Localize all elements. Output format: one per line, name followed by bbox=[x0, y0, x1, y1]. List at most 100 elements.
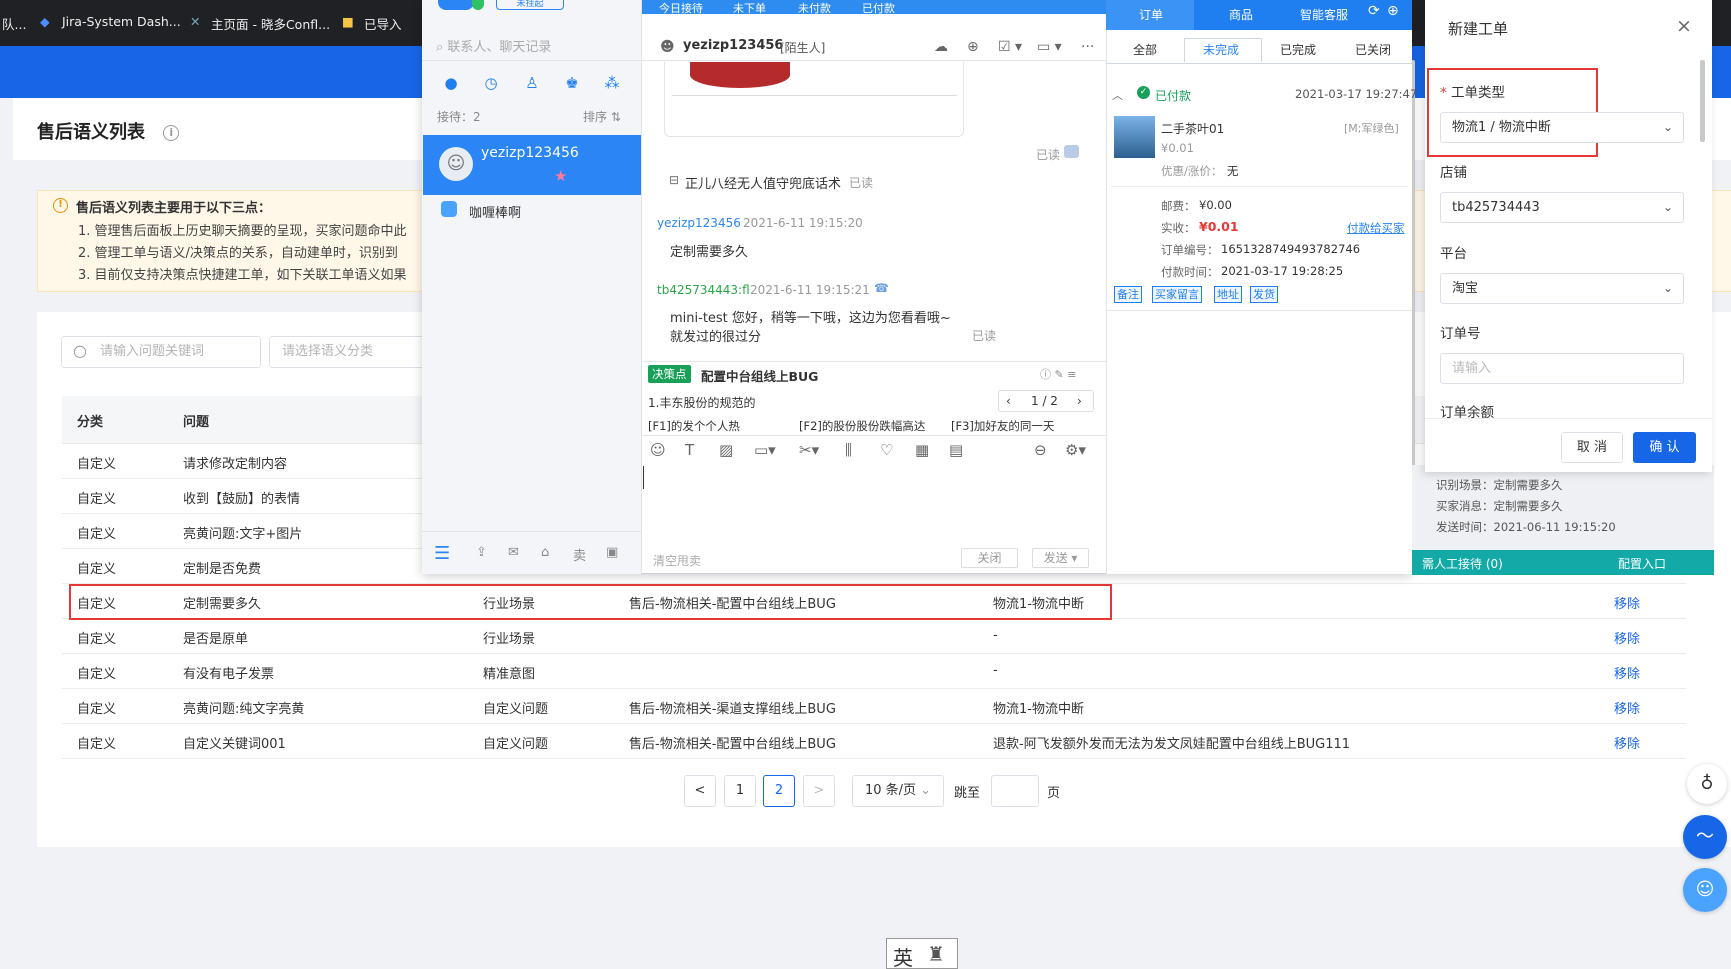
add-icon[interactable]: ⊕ bbox=[1387, 3, 1399, 19]
tag-ship[interactable]: 发货 bbox=[1250, 286, 1278, 303]
remove-link[interactable]: 移除 bbox=[1614, 698, 1640, 717]
summary-line: 买家消息：定制需要多久 bbox=[1436, 499, 1563, 513]
send-button[interactable]: 发送 ▾ bbox=[1032, 548, 1089, 568]
jump-label: 跳至 bbox=[954, 786, 981, 801]
sell-icon[interactable]: 卖 bbox=[573, 545, 586, 564]
collapse-icon[interactable]: ︿ bbox=[1112, 87, 1123, 103]
order-no-input[interactable]: 请输入 bbox=[1440, 353, 1684, 384]
chat-icon[interactable]: ☁ bbox=[934, 39, 948, 55]
clipboard-icon[interactable]: ▤ bbox=[949, 441, 963, 459]
refresh-icon[interactable]: ⟳ bbox=[1368, 3, 1380, 19]
scissors-icon[interactable]: ✂▾ bbox=[799, 441, 819, 459]
divider bbox=[672, 95, 957, 96]
bookmark-item[interactable]: 已导入 bbox=[364, 14, 402, 33]
heart-icon[interactable]: ♡ bbox=[880, 441, 893, 459]
column-header: 分类 bbox=[77, 415, 104, 430]
stat-tab[interactable]: 今日接待 bbox=[659, 0, 703, 16]
settings-icon[interactable]: ⚙▾ bbox=[1065, 441, 1086, 459]
contact-search[interactable]: ⌕ 联系人、聊天记录 bbox=[436, 36, 551, 55]
quick-reply[interactable]: [F1]的发个个人热 bbox=[648, 418, 740, 434]
chat-bubble-icon[interactable]: ● bbox=[442, 74, 460, 92]
decision-tools-icon[interactable]: ⓘ ✎ ≡ bbox=[1040, 366, 1076, 382]
pulse-icon[interactable]: 〜 bbox=[1683, 815, 1727, 859]
bookmark-item[interactable]: Jira-System Dash... bbox=[62, 14, 181, 29]
stat-tab[interactable]: 已付款 bbox=[862, 0, 895, 16]
image-icon[interactable]: ▨ bbox=[719, 441, 733, 459]
store-icon[interactable]: ⌂ bbox=[541, 545, 549, 560]
close-icon[interactable]: × bbox=[1676, 15, 1692, 37]
product-thumbnail[interactable] bbox=[1114, 116, 1155, 158]
close-chat-button[interactable]: 关闭 bbox=[961, 548, 1018, 568]
bookmark-item[interactable]: 主页面 - 晓多Confl... bbox=[211, 14, 330, 33]
menu-icon[interactable]: ☰ bbox=[434, 543, 450, 564]
transfer-icon[interactable]: ⊖ bbox=[1034, 441, 1047, 459]
scrollbar[interactable] bbox=[1700, 60, 1705, 142]
share-icon[interactable]: ⁂ bbox=[603, 74, 621, 92]
order-tab-unfinished[interactable]: 未完成 bbox=[1203, 41, 1239, 58]
page-1-button[interactable]: 1 bbox=[724, 775, 756, 807]
remove-link[interactable]: 移除 bbox=[1614, 663, 1640, 682]
tag-note[interactable]: 备注 bbox=[1114, 286, 1142, 303]
folder-icon[interactable]: ▭▾ bbox=[754, 441, 776, 459]
prev-page-button[interactable]: < bbox=[684, 775, 716, 807]
remove-link[interactable]: 移除 bbox=[1614, 733, 1640, 752]
category-select[interactable]: 请选择语义分类 bbox=[269, 336, 429, 368]
jump-input[interactable] bbox=[991, 775, 1039, 807]
bookmark-item[interactable]: 队... bbox=[2, 14, 26, 33]
video-icon[interactable]: ▭ ▾ bbox=[1037, 39, 1062, 55]
ticket-icon[interactable]: ☑ ▾ bbox=[998, 39, 1022, 55]
clock-icon[interactable]: ◷ bbox=[482, 74, 500, 92]
tag-buyer-message[interactable]: 买家留言 bbox=[1152, 286, 1202, 303]
stat-tab[interactable]: 未付款 bbox=[798, 0, 831, 16]
tab-order[interactable]: 订单 bbox=[1139, 6, 1163, 23]
tag-address[interactable]: 地址 bbox=[1214, 286, 1242, 303]
config-entry[interactable]: 配置入口 bbox=[1618, 555, 1666, 572]
mail-icon[interactable]: ✉ bbox=[508, 545, 519, 560]
sort-button[interactable]: 排序 ⇅ bbox=[583, 108, 621, 125]
transfer-icon[interactable]: ⊕ bbox=[967, 39, 979, 55]
info-icon[interactable]: i bbox=[163, 125, 180, 141]
columns-icon[interactable]: ⫼ bbox=[845, 441, 852, 459]
cancel-button[interactable]: 取 消 bbox=[1561, 432, 1623, 463]
ime-indicator[interactable]: 英 ♜ bbox=[886, 938, 958, 969]
clear-label[interactable]: 清空甩卖 bbox=[653, 552, 701, 569]
page-size-select[interactable]: 10 条/页 ⌄ bbox=[852, 775, 944, 807]
tab-goods[interactable]: 商品 bbox=[1229, 6, 1253, 23]
prev-icon[interactable]: ‹ bbox=[1006, 391, 1011, 411]
status-select[interactable]: 未挂起 bbox=[496, 0, 564, 10]
decision-pager[interactable]: ‹ 1 / 2 › bbox=[998, 390, 1094, 412]
user-icon[interactable]: ♙ bbox=[523, 74, 541, 92]
emoji-icon[interactable]: ☺ bbox=[650, 441, 666, 459]
more-icon[interactable]: ··· bbox=[1081, 39, 1094, 55]
next-icon[interactable]: › bbox=[1077, 391, 1082, 411]
lightbulb-icon[interactable]: ♁ bbox=[1687, 764, 1727, 804]
text-cursor[interactable] bbox=[643, 466, 644, 489]
page-2-button[interactable]: 2 bbox=[763, 775, 795, 807]
remove-link[interactable]: 移除 bbox=[1614, 628, 1640, 647]
human-service-label[interactable]: 需人工接待 (0) bbox=[1422, 555, 1503, 572]
remove-link[interactable]: 移除 bbox=[1614, 593, 1640, 612]
shop-select[interactable]: tb425734443 ⌄ bbox=[1440, 192, 1684, 223]
platform-select[interactable]: 淘宝 ⌄ bbox=[1440, 273, 1684, 304]
panel-icon[interactable]: ▣ bbox=[606, 545, 618, 560]
table-row: 自定义 亮黄问题:纯文字亮黄 自定义问题 售后-物流相关-渠道支撑组线上BUG 物流1-… bbox=[62, 689, 1686, 724]
calendar-icon[interactable]: ▦ bbox=[915, 441, 929, 459]
quick-reply[interactable]: [F2]的股份股份跌幅高达 bbox=[799, 418, 925, 434]
export-icon[interactable]: ⇪ bbox=[476, 545, 487, 560]
search-input[interactable]: 请输入问题关键词 bbox=[61, 336, 261, 368]
confirm-button[interactable]: 确 认 bbox=[1633, 432, 1696, 463]
robot-icon[interactable]: ☺ bbox=[1683, 868, 1727, 912]
order-tab-all[interactable]: 全部 bbox=[1133, 41, 1157, 58]
group-icon[interactable]: ♚ bbox=[563, 74, 581, 92]
next-page-button[interactable]: > bbox=[803, 775, 835, 807]
order-tab-finished[interactable]: 已完成 bbox=[1280, 41, 1316, 58]
pay-buyer-link[interactable]: 付款给买家 bbox=[1347, 220, 1405, 236]
quick-reply[interactable]: [F3]加好友的同一天 bbox=[951, 418, 1054, 434]
ticket-type-select[interactable]: 物流1 / 物流中断 ⌄ bbox=[1440, 112, 1684, 143]
stat-tab[interactable]: 未下单 bbox=[733, 0, 766, 16]
tab-ai-service[interactable]: 智能客服 bbox=[1300, 6, 1348, 23]
order-tab-closed[interactable]: 已关闭 bbox=[1355, 41, 1391, 58]
pay-time: 2021-03-17 19:28:25 bbox=[1221, 264, 1344, 278]
contact-name[interactable]: 咖喱棒啊 bbox=[469, 202, 521, 221]
text-icon[interactable]: T bbox=[685, 441, 694, 459]
